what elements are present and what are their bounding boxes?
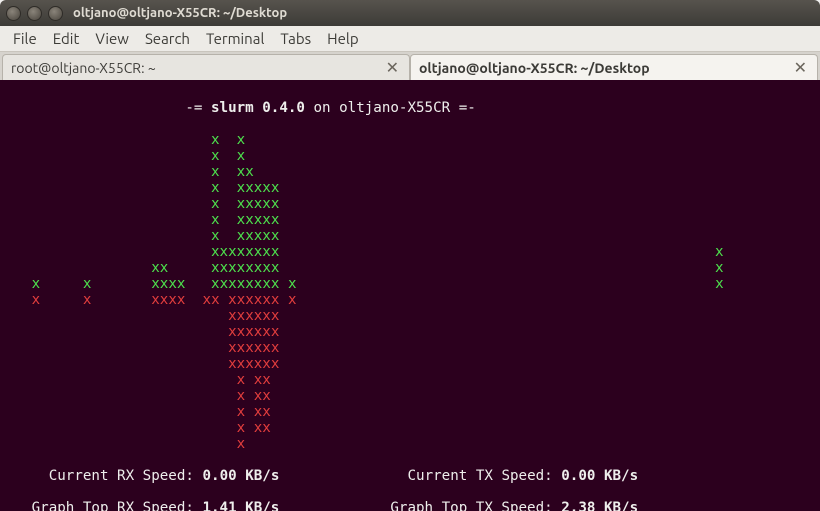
slurm-header: -= slurm 0.4.0 on oltjano-X55CR =- xyxy=(6,100,814,116)
terminal-output[interactable]: -= slurm 0.4.0 on oltjano-X55CR =- x x x… xyxy=(0,80,820,511)
stats-row-2: Graph Top RX Speed: 1.41 KB/s Graph Top … xyxy=(6,500,814,511)
menu-bar: File Edit View Search Terminal Tabs Help xyxy=(0,26,820,52)
tab-label: root@oltjano-X55CR: ~ xyxy=(11,60,156,76)
tab-desktop[interactable]: oltjano@oltjano-X55CR: ~/Desktop ✕ xyxy=(410,54,818,80)
menu-view[interactable]: View xyxy=(88,28,136,49)
tab-strip: root@oltjano-X55CR: ~ ✕ oltjano@oltjano-… xyxy=(0,52,820,80)
menu-help[interactable]: Help xyxy=(320,28,365,49)
window-titlebar: oltjano@oltjano-X55CR: ~/Desktop xyxy=(0,0,820,26)
slurm-graph: x x x x x xx xyxy=(6,132,814,452)
close-icon[interactable] xyxy=(6,6,21,21)
tab-root[interactable]: root@oltjano-X55CR: ~ ✕ xyxy=(2,54,410,80)
menu-search[interactable]: Search xyxy=(138,28,197,49)
close-icon[interactable]: ✕ xyxy=(792,58,809,77)
maximize-icon[interactable] xyxy=(48,6,63,21)
window-title: oltjano@oltjano-X55CR: ~/Desktop xyxy=(73,6,287,20)
tab-label: oltjano@oltjano-X55CR: ~/Desktop xyxy=(419,60,650,76)
menu-terminal[interactable]: Terminal xyxy=(199,28,271,49)
menu-edit[interactable]: Edit xyxy=(46,28,87,49)
minimize-icon[interactable] xyxy=(27,6,42,21)
menu-tabs[interactable]: Tabs xyxy=(273,28,318,49)
menu-file[interactable]: File xyxy=(6,28,44,49)
stats-row-1: Current RX Speed: 0.00 KB/s Current TX S… xyxy=(6,468,814,484)
close-icon[interactable]: ✕ xyxy=(384,58,401,77)
